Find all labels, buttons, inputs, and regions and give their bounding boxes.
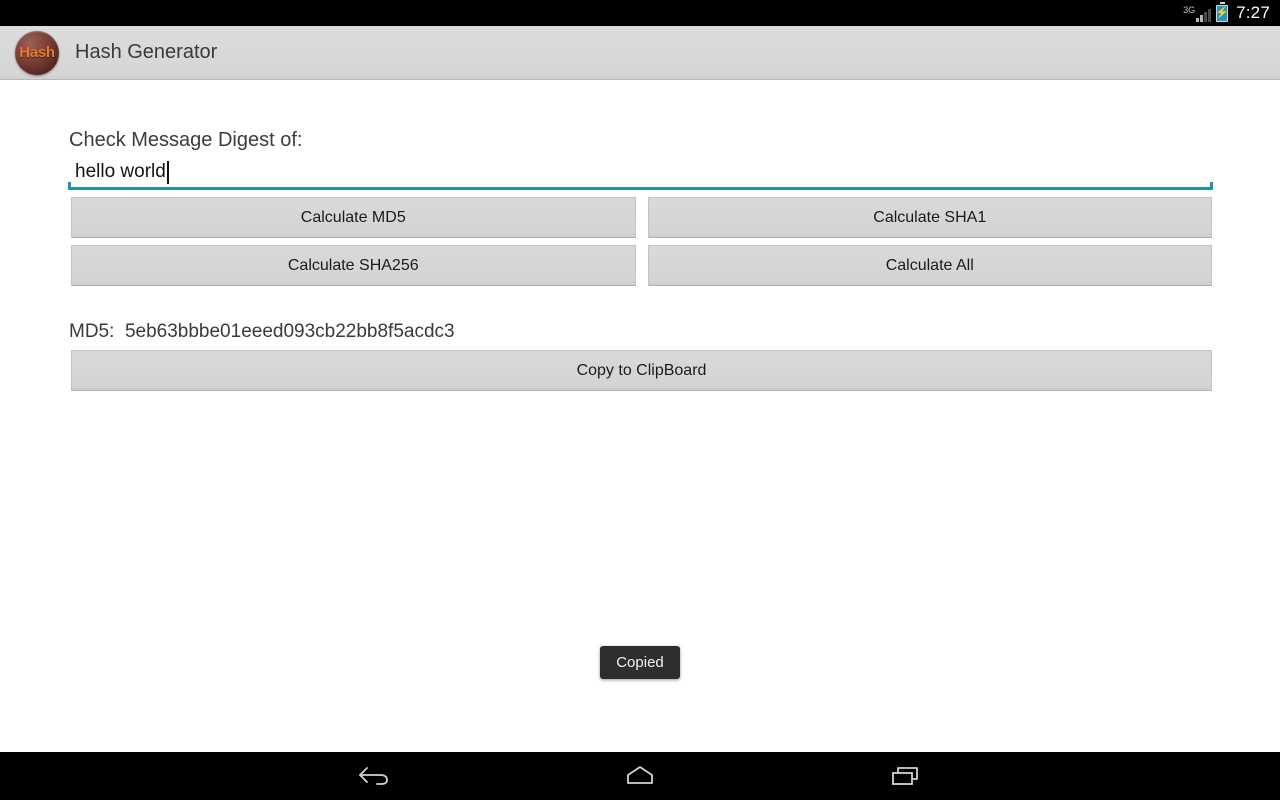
recents-button[interactable] <box>879 755 933 797</box>
back-button[interactable] <box>347 755 401 797</box>
navigation-bar <box>0 752 1280 800</box>
app-logo-label: Hash <box>19 44 55 61</box>
input-underline <box>68 182 1213 190</box>
app-logo-icon: Hash <box>15 30 59 75</box>
calculate-md5-button[interactable]: Calculate MD5 <box>71 197 636 238</box>
calculate-sha1-button[interactable]: Calculate SHA1 <box>647 197 1212 238</box>
message-input[interactable]: hello world <box>68 159 1213 190</box>
status-bar-clock: 7:27 <box>1236 3 1270 22</box>
home-icon <box>627 766 653 784</box>
calculate-all-button[interactable]: Calculate All <box>647 245 1212 286</box>
prompt-label: Check Message Digest of: <box>69 129 303 151</box>
bolt-glyph: ⚡ <box>1215 6 1229 19</box>
main-content: Check Message Digest of: hello world Cal… <box>0 81 1280 752</box>
recents-icon <box>892 767 918 785</box>
battery-charging-icon: ⚡ <box>1215 1 1229 22</box>
status-bar: 3G ⚡ 7:27 <box>0 0 1280 26</box>
calculate-button-grid: Calculate MD5 Calculate SHA1 Calculate S… <box>71 197 1212 293</box>
signal-bars-icon <box>1196 9 1212 22</box>
calculate-button-row-1: Calculate MD5 Calculate SHA1 <box>71 197 1212 238</box>
page-title: Hash Generator <box>75 41 218 63</box>
signal-icon: 3G <box>1183 4 1212 22</box>
action-bar: Hash Hash Generator <box>0 26 1280 80</box>
status-bar-right-cluster: 3G ⚡ 7:27 <box>1183 1 1270 23</box>
message-input-value: hello world <box>75 161 166 182</box>
android-screen: 3G ⚡ 7:27 Hash Hash Generator Check Mess… <box>0 0 1280 800</box>
md5-result-text: MD5: 5eb63bbbe01eeed093cb22bb8f5acdc3 <box>69 321 455 342</box>
home-button[interactable] <box>613 755 667 797</box>
back-icon <box>359 767 388 785</box>
calculate-sha256-button[interactable]: Calculate SHA256 <box>71 245 636 286</box>
text-caret <box>167 161 169 184</box>
calculate-button-row-2: Calculate SHA256 Calculate All <box>71 245 1212 286</box>
toast-message: Copied <box>600 646 680 679</box>
network-type-label: 3G <box>1183 5 1196 15</box>
copy-to-clipboard-button[interactable]: Copy to ClipBoard <box>71 350 1212 391</box>
